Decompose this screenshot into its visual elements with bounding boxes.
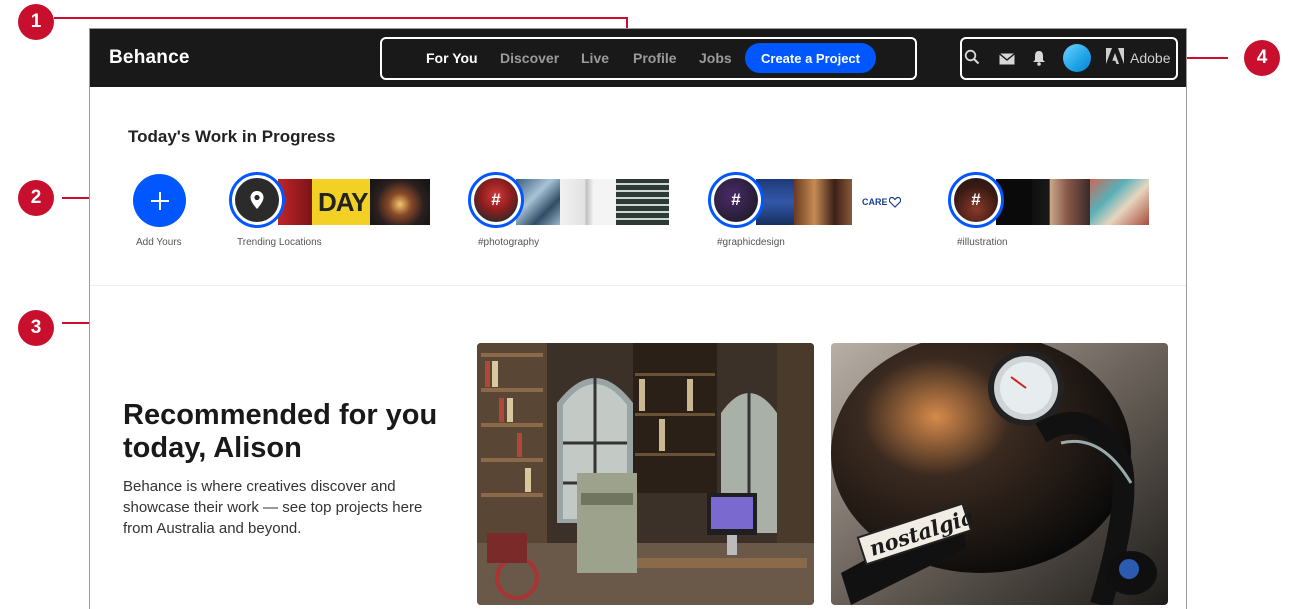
recommended-title: Recommended for you today, Alison <box>123 399 438 464</box>
wip-ring-graphicdesign[interactable]: # <box>708 172 764 228</box>
day-text: DAY <box>318 187 369 217</box>
callout-3: 3 <box>18 310 54 346</box>
callout-2: 2 <box>18 180 54 216</box>
wip-strip-trending[interactable]: DAY <box>278 179 430 225</box>
mail-icon[interactable] <box>999 52 1015 70</box>
nav-profile[interactable]: Profile <box>633 50 677 66</box>
hash-icon: # <box>731 190 741 209</box>
wip-strip-graphicdesign[interactable]: CARE <box>756 179 910 225</box>
section-divider <box>90 285 1186 286</box>
top-nav-bar: Behance For You Discover Live Profile Jo… <box>90 29 1186 87</box>
location-pin-icon <box>250 191 264 209</box>
adobe-label: Adobe <box>1130 49 1171 66</box>
wip-label-illustration: #illustration <box>957 237 1008 248</box>
project-card-motorcycle[interactable]: nostalgia <box>831 343 1168 605</box>
wip-title: Today's Work in Progress <box>128 127 336 146</box>
nav-jobs[interactable]: Jobs <box>699 50 732 66</box>
hash-icon: # <box>971 190 981 209</box>
recommended-description: Behance is where creatives discover and … <box>123 478 423 537</box>
plus-icon <box>150 191 169 210</box>
browser-frame: Behance For You Discover Live Profile Jo… <box>89 28 1187 609</box>
wip-ring-photography[interactable]: # <box>468 172 524 228</box>
adobe-menu[interactable]: Adobe <box>1106 48 1170 67</box>
bell-icon[interactable] <box>1032 50 1046 71</box>
nav-for-you[interactable]: For You <box>426 50 478 66</box>
callout-1: 1 <box>18 4 54 40</box>
callout-1-line <box>54 17 628 19</box>
search-icon[interactable] <box>964 49 980 70</box>
nav-live[interactable]: Live <box>581 50 609 66</box>
wip-label-graphicdesign: #graphicdesign <box>717 237 785 248</box>
add-yours-label: Add Yours <box>136 237 182 248</box>
wip-ring-trending[interactable] <box>229 172 285 228</box>
project-card-studio[interactable] <box>477 343 814 605</box>
add-yours-button[interactable] <box>133 174 186 227</box>
wip-label-photography: #photography <box>478 237 540 248</box>
wip-label-trending: Trending Locations <box>237 237 322 248</box>
studio-image <box>477 343 814 605</box>
wip-ring-illustration[interactable]: # <box>948 172 1004 228</box>
care-heart-icon <box>889 196 901 208</box>
wip-strip-illustration[interactable] <box>996 179 1149 225</box>
nav-discover[interactable]: Discover <box>500 50 559 66</box>
care-text: CARE <box>862 197 888 207</box>
avatar[interactable] <box>1063 44 1091 72</box>
adobe-icon <box>1106 48 1124 67</box>
hash-icon: # <box>491 190 501 209</box>
behance-logo[interactable]: Behance <box>109 47 190 69</box>
motorcycle-image: nostalgia <box>831 343 1168 605</box>
create-project-button[interactable]: Create a Project <box>745 43 876 73</box>
wip-strip-photography[interactable] <box>516 179 669 225</box>
callout-4: 4 <box>1244 40 1280 76</box>
logo-text: Behance <box>109 47 190 68</box>
